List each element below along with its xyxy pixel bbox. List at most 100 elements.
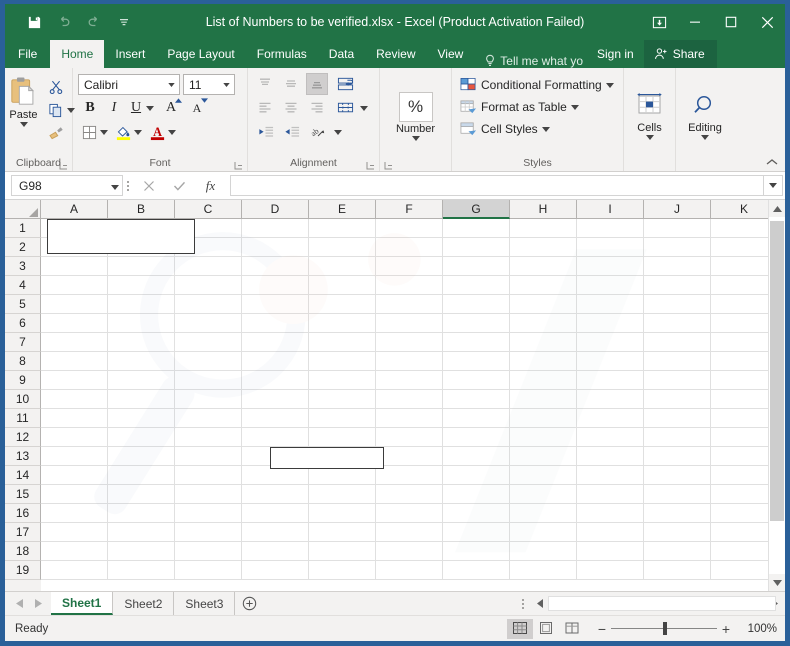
sheet-tab-sheet3[interactable]: Sheet3 — [174, 592, 236, 615]
cell-B4[interactable] — [108, 276, 175, 295]
cell-D8[interactable] — [242, 352, 309, 371]
column-header-J[interactable]: J — [644, 200, 711, 219]
cell-G3[interactable] — [443, 257, 510, 276]
row-header-16[interactable]: 16 — [5, 504, 41, 523]
ribbon-tab-page-layout[interactable]: Page Layout — [156, 40, 245, 68]
cell-J15[interactable] — [644, 485, 711, 504]
cell-B14[interactable] — [108, 466, 175, 485]
cell-D2[interactable] — [242, 238, 309, 257]
cell-J3[interactable] — [644, 257, 711, 276]
top-align-button[interactable] — [254, 73, 276, 95]
cell-G14[interactable] — [443, 466, 510, 485]
cell-B12[interactable] — [108, 428, 175, 447]
cell-K14[interactable] — [711, 466, 768, 485]
row-header-11[interactable]: 11 — [5, 409, 41, 428]
cell-D9[interactable] — [242, 371, 309, 390]
cell-I3[interactable] — [577, 257, 644, 276]
cell-B8[interactable] — [108, 352, 175, 371]
cell-J18[interactable] — [644, 542, 711, 561]
horizontal-scroll-track[interactable] — [548, 595, 777, 612]
font-color-button[interactable]: A — [146, 121, 168, 143]
insert-function-button[interactable]: fx — [195, 175, 226, 197]
zoom-in-button[interactable]: + — [717, 620, 735, 638]
middle-align-button[interactable] — [280, 73, 302, 95]
row-header-18[interactable]: 18 — [5, 542, 41, 561]
font-size-dropdown-icon[interactable] — [221, 82, 231, 87]
cell-I14[interactable] — [577, 466, 644, 485]
format-as-table-button[interactable]: Format as Table — [458, 96, 583, 118]
cell-D4[interactable] — [242, 276, 309, 295]
ribbon-tab-data[interactable]: Data — [318, 40, 365, 68]
cell-F15[interactable] — [376, 485, 443, 504]
wrap-text-button[interactable] — [334, 73, 356, 95]
cell-D15[interactable] — [242, 485, 309, 504]
cell-D3[interactable] — [242, 257, 309, 276]
cell-I1[interactable] — [577, 219, 644, 238]
cell-J19[interactable] — [644, 561, 711, 580]
column-header-D[interactable]: D — [242, 200, 309, 219]
fill-color-button[interactable] — [112, 121, 134, 143]
cell-J14[interactable] — [644, 466, 711, 485]
cell-F16[interactable] — [376, 504, 443, 523]
column-header-F[interactable]: F — [376, 200, 443, 219]
cell-F10[interactable] — [376, 390, 443, 409]
increase-indent-button[interactable] — [280, 121, 302, 143]
column-header-K[interactable]: K — [711, 200, 768, 219]
row-header-10[interactable]: 10 — [5, 390, 41, 409]
cell-E6[interactable] — [309, 314, 376, 333]
cell-C14[interactable] — [175, 466, 242, 485]
cell-I6[interactable] — [577, 314, 644, 333]
cell-C12[interactable] — [175, 428, 242, 447]
zoom-slider-thumb[interactable] — [662, 622, 667, 635]
horizontal-scrollbar[interactable] — [531, 592, 786, 615]
cell-I8[interactable] — [577, 352, 644, 371]
row-header-15[interactable]: 15 — [5, 485, 41, 504]
nav-first-sheet-button[interactable] — [11, 594, 28, 614]
cell-H11[interactable] — [510, 409, 577, 428]
cell-J7[interactable] — [644, 333, 711, 352]
cell-J1[interactable] — [644, 219, 711, 238]
orientation-dropdown-icon[interactable] — [334, 130, 342, 135]
row-header-1[interactable]: 1 — [5, 219, 41, 238]
view-normal-button[interactable] — [507, 618, 533, 639]
cell-F18[interactable] — [376, 542, 443, 561]
cell-H5[interactable] — [510, 295, 577, 314]
clipboard-dialog-launcher[interactable] — [59, 161, 68, 170]
cell-E11[interactable] — [309, 409, 376, 428]
cell-D5[interactable] — [242, 295, 309, 314]
cell-K9[interactable] — [711, 371, 768, 390]
cell-C13[interactable] — [175, 447, 242, 466]
cell-F14[interactable] — [376, 466, 443, 485]
cell-G9[interactable] — [443, 371, 510, 390]
undo-icon[interactable] — [49, 9, 79, 35]
close-icon[interactable] — [749, 4, 785, 40]
cell-styles-button[interactable]: Cell Styles — [458, 118, 554, 140]
cell-E17[interactable] — [309, 523, 376, 542]
ribbon-tab-file[interactable]: File — [5, 40, 51, 68]
add-sheet-button[interactable] — [235, 592, 263, 615]
formula-bar-grip[interactable] — [123, 180, 133, 191]
cell-I5[interactable] — [577, 295, 644, 314]
scroll-left-button[interactable] — [531, 595, 549, 612]
cell-E2[interactable] — [309, 238, 376, 257]
cell-E5[interactable] — [309, 295, 376, 314]
cell-H19[interactable] — [510, 561, 577, 580]
cell-B6[interactable] — [108, 314, 175, 333]
cell-H4[interactable] — [510, 276, 577, 295]
align-left-button[interactable] — [254, 97, 276, 119]
cell-K2[interactable] — [711, 238, 768, 257]
cell-H7[interactable] — [510, 333, 577, 352]
cell-I9[interactable] — [577, 371, 644, 390]
cell-G4[interactable] — [443, 276, 510, 295]
shrink-font-button[interactable]: A — [184, 97, 210, 119]
cell-D19[interactable] — [242, 561, 309, 580]
column-header-E[interactable]: E — [309, 200, 376, 219]
italic-button[interactable]: I — [102, 97, 126, 119]
cell-C8[interactable] — [175, 352, 242, 371]
cell-K17[interactable] — [711, 523, 768, 542]
cell-E18[interactable] — [309, 542, 376, 561]
row-header-19[interactable]: 19 — [5, 561, 41, 580]
cell-A8[interactable] — [41, 352, 108, 371]
cell-K11[interactable] — [711, 409, 768, 428]
merge-center-dropdown-icon[interactable] — [360, 106, 368, 111]
